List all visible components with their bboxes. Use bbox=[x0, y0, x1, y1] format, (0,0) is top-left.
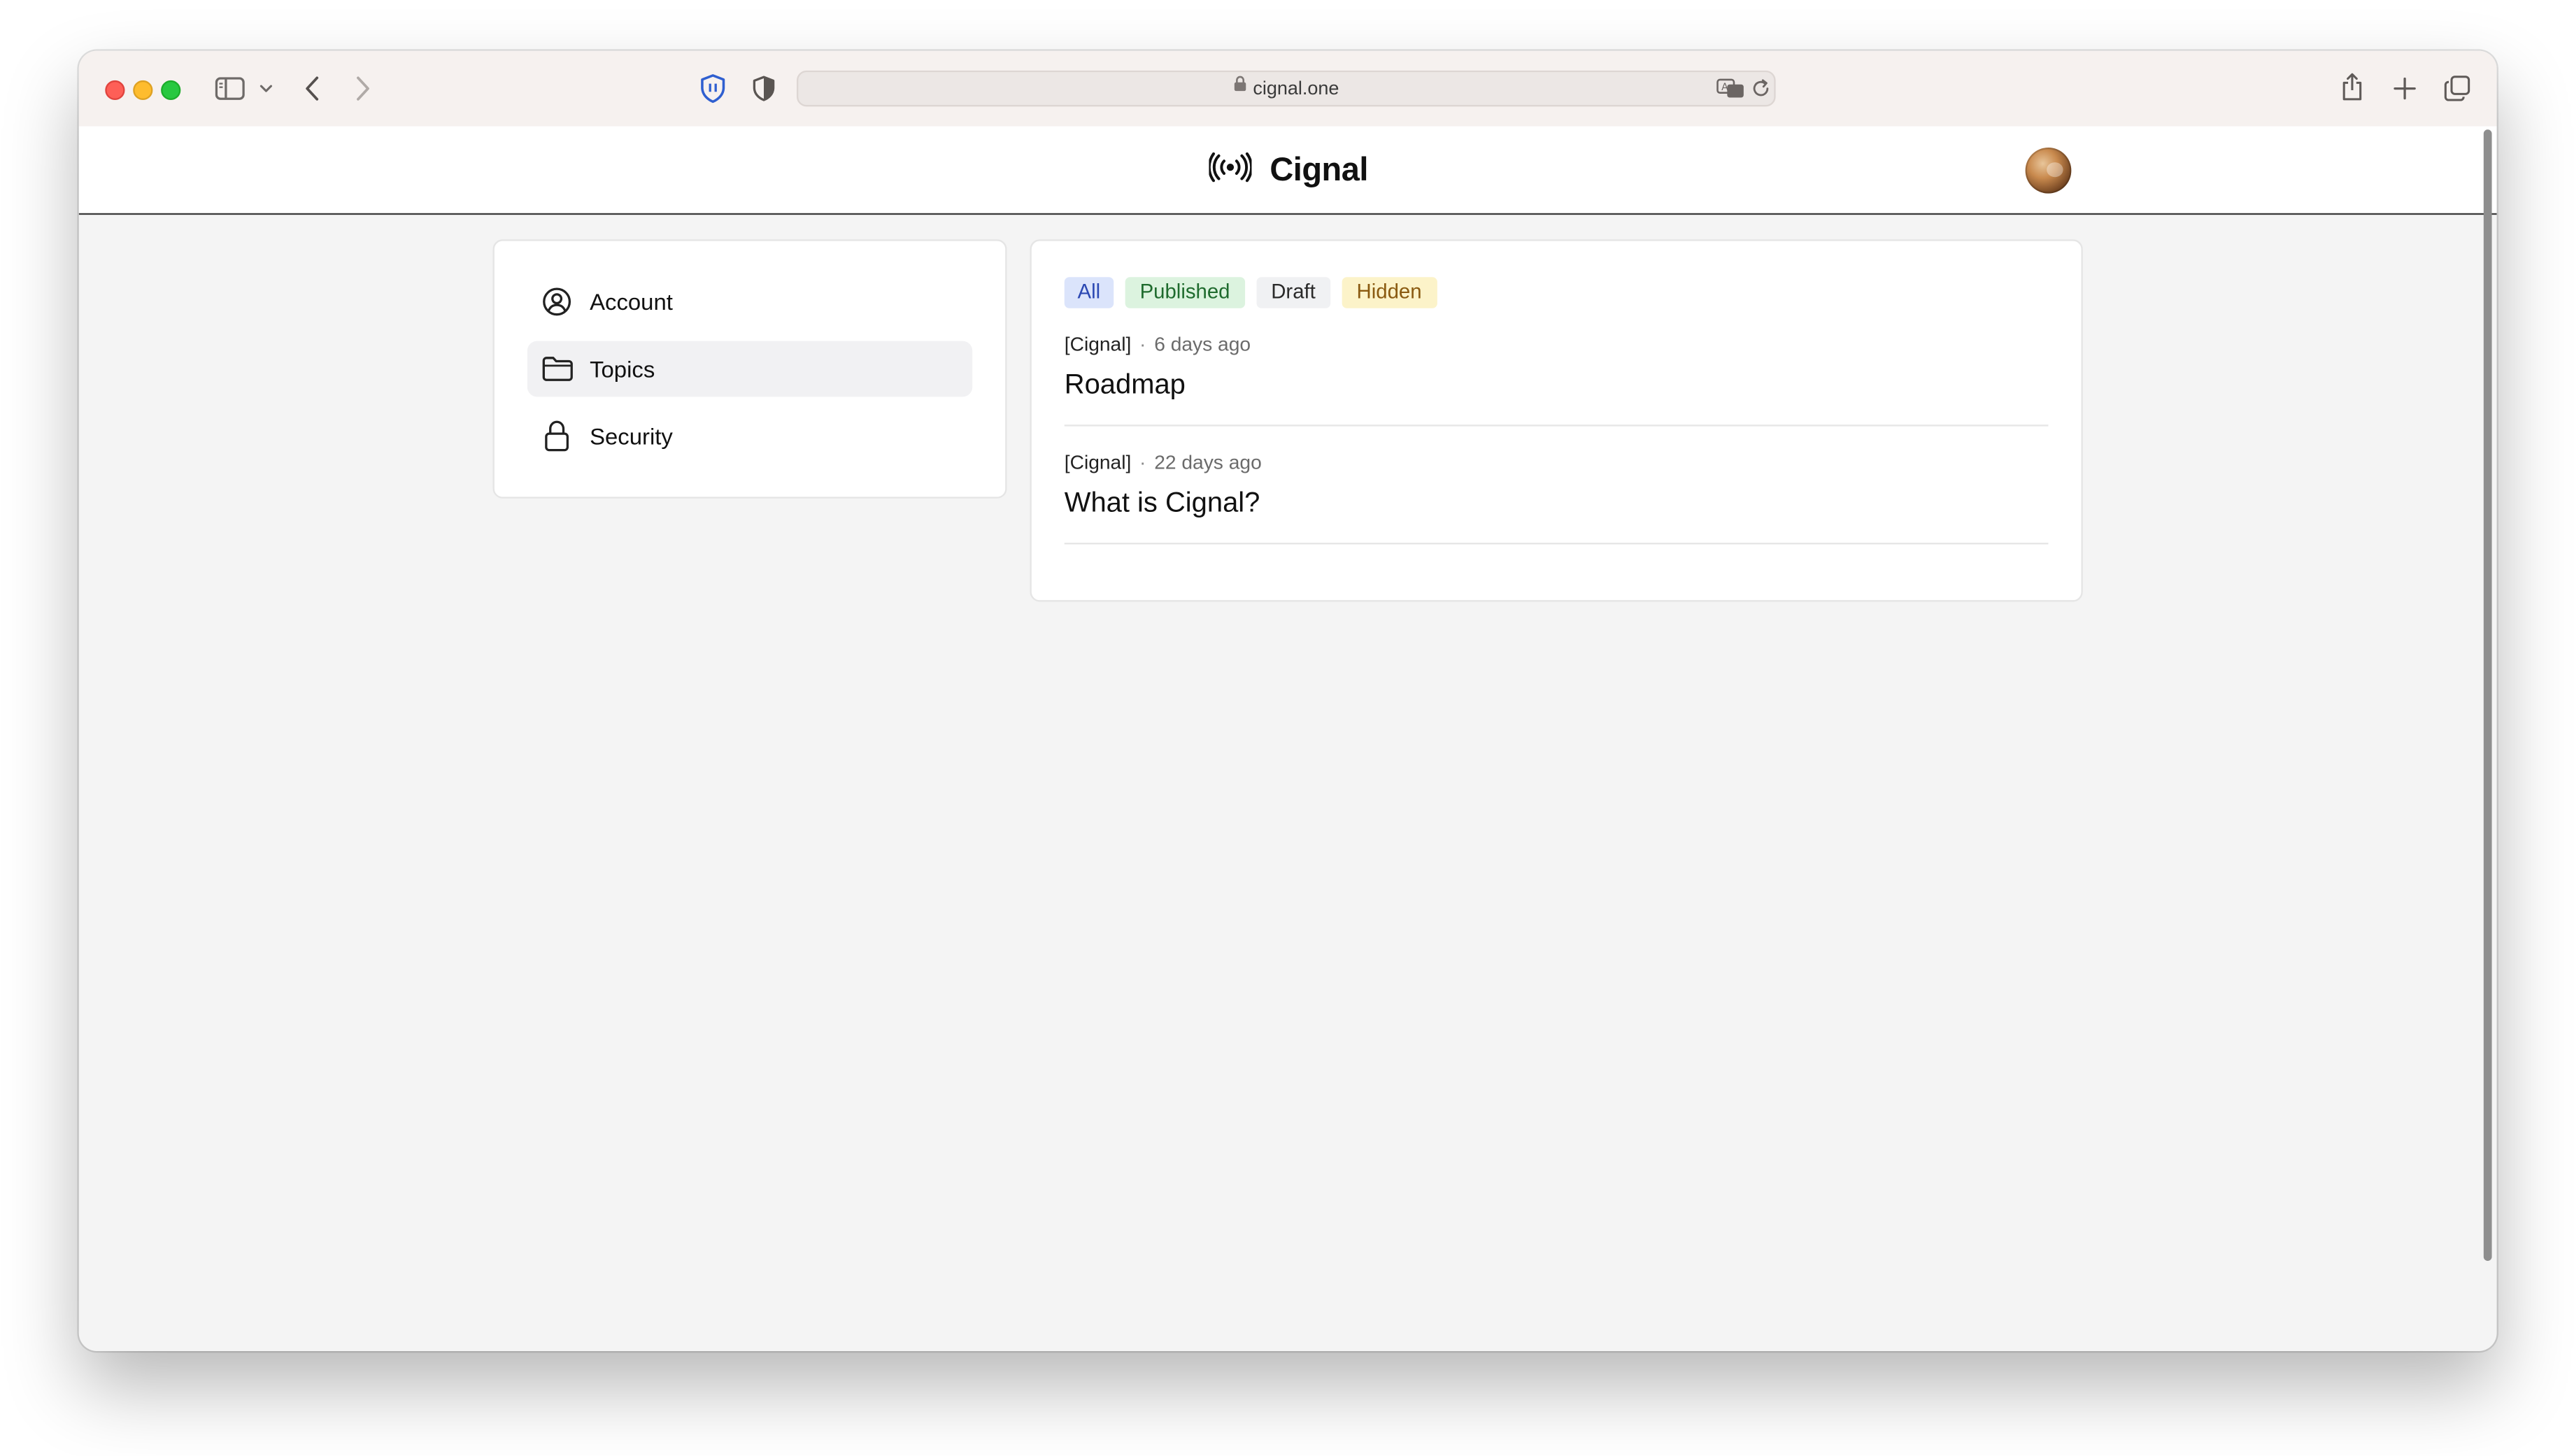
address-bar[interactable]: cignal.one A bbox=[796, 70, 1776, 107]
meta-separator: · bbox=[1139, 332, 1146, 356]
lock-icon bbox=[541, 420, 574, 452]
filter-hidden[interactable]: Hidden bbox=[1342, 277, 1437, 308]
topics-panel: All Published Draft Hidden [Cignal] · 6 da… bbox=[1030, 239, 2083, 602]
url-text: cignal.one bbox=[1253, 79, 1339, 99]
meta-separator: · bbox=[1139, 450, 1146, 474]
shield-icon[interactable] bbox=[699, 74, 726, 104]
browser-window: cignal.one A Cignal Account Topics Secur… bbox=[78, 50, 2497, 1351]
broadcast-icon bbox=[1207, 151, 1253, 190]
share-icon[interactable] bbox=[2340, 72, 2363, 101]
sidebar-item-label: Account bbox=[590, 288, 673, 315]
zoom-window-button[interactable] bbox=[161, 80, 181, 101]
topic-item[interactable]: [Cignal] · 6 days ago Roadmap bbox=[1064, 331, 2049, 427]
privacy-report-icon[interactable] bbox=[753, 76, 776, 102]
status-filters: All Published Draft Hidden bbox=[1064, 277, 1448, 308]
brand-name: Cignal bbox=[1270, 151, 1369, 188]
lock-icon bbox=[1233, 71, 1246, 105]
back-icon[interactable] bbox=[304, 76, 320, 102]
filter-draft[interactable]: Draft bbox=[1256, 277, 1330, 308]
topic-title[interactable]: Roadmap bbox=[1065, 367, 2049, 404]
page-scrollbar[interactable] bbox=[2483, 129, 2492, 1261]
svg-text:A: A bbox=[1721, 82, 1728, 93]
settings-sidebar: Account Topics Security bbox=[492, 239, 1007, 499]
sidebar-item-label: Security bbox=[590, 422, 673, 450]
sidebar-item-label: Topics bbox=[590, 355, 655, 383]
folder-icon bbox=[541, 352, 574, 385]
app-header: Cignal bbox=[78, 126, 2497, 215]
topic-title[interactable]: What is Cignal? bbox=[1065, 485, 2049, 522]
topic-item[interactable]: [Cignal] · 22 days ago What is Cignal? bbox=[1064, 449, 2049, 545]
topic-meta: [Cignal] · 22 days ago bbox=[1065, 449, 2049, 476]
translate-icon[interactable]: A bbox=[1716, 78, 1744, 99]
filter-published[interactable]: Published bbox=[1125, 277, 1245, 308]
sidebar-item-topics[interactable]: Topics bbox=[527, 341, 973, 397]
new-tab-icon[interactable] bbox=[2394, 77, 2417, 100]
sidebar-toggle-icon[interactable] bbox=[215, 77, 245, 100]
sidebar-item-security[interactable]: Security bbox=[527, 408, 972, 464]
topic-age: 22 days ago bbox=[1154, 450, 1262, 474]
topic-source: [Cignal] bbox=[1064, 332, 1132, 356]
topic-age: 6 days ago bbox=[1154, 332, 1251, 356]
reload-icon[interactable] bbox=[1751, 79, 1770, 99]
filter-all[interactable]: All bbox=[1064, 277, 1114, 308]
user-circle-icon bbox=[541, 285, 574, 318]
tab-overview-icon[interactable] bbox=[2444, 76, 2470, 102]
sidebar-item-account[interactable]: Account bbox=[527, 274, 972, 330]
chevron-down-icon[interactable] bbox=[259, 84, 273, 94]
topic-meta: [Cignal] · 6 days ago bbox=[1065, 331, 2049, 358]
close-window-button[interactable] bbox=[105, 80, 125, 101]
brand-logo[interactable]: Cignal bbox=[1207, 148, 1369, 194]
topic-source: [Cignal] bbox=[1064, 450, 1132, 474]
forward-icon[interactable] bbox=[355, 76, 371, 102]
browser-toolbar: cignal.one A bbox=[78, 50, 2497, 128]
user-avatar[interactable] bbox=[2025, 148, 2072, 194]
minimize-window-button[interactable] bbox=[133, 80, 153, 101]
